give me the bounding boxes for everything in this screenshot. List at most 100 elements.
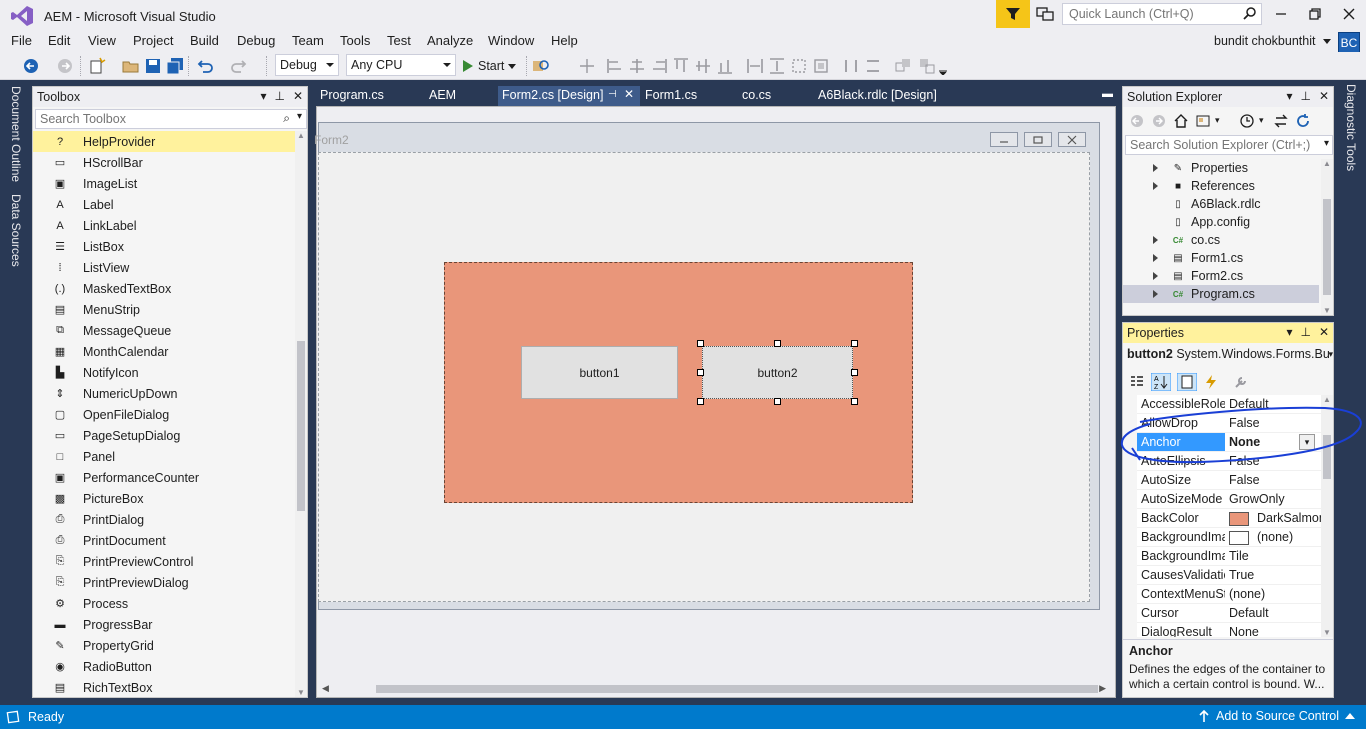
save-all-icon[interactable] <box>166 57 184 75</box>
property-pages-icon[interactable] <box>1233 374 1249 390</box>
notifications-filter-button[interactable] <box>996 0 1030 28</box>
menu-team[interactable]: Team <box>292 33 324 48</box>
expand-arrow-icon[interactable] <box>1153 254 1158 262</box>
solution-tree-item[interactable]: ▯ A6Black.rdlc <box>1123 195 1319 213</box>
tab-aem[interactable]: AEM <box>425 86 497 106</box>
solution-tree-item[interactable]: C# Program.cs <box>1123 285 1319 303</box>
home-icon[interactable] <box>1173 113 1189 129</box>
quick-launch-input[interactable] <box>1067 4 1237 24</box>
property-row[interactable]: AutoEllipsis False <box>1123 452 1321 471</box>
scroll-right-icon[interactable]: ▶ <box>1099 683 1106 694</box>
toolbox-scrollbar[interactable]: ▲ ▼ <box>295 131 307 697</box>
toolbox-item[interactable]: ⁞ ListView <box>33 257 295 278</box>
solution-tree-item[interactable]: C# co.cs <box>1123 231 1319 249</box>
selected-object-select[interactable]: button2 System.Windows.Forms.Bu ▾ <box>1127 347 1333 365</box>
menu-build[interactable]: Build <box>190 33 219 48</box>
pin-icon[interactable]: ⊥ <box>1300 89 1310 103</box>
sync-active-document-icon[interactable] <box>1273 113 1289 129</box>
toolbox-item[interactable]: A LinkLabel <box>33 215 295 236</box>
tab-form1-cs[interactable]: Form1.cs <box>641 86 737 106</box>
expand-arrow-icon[interactable] <box>1153 290 1158 298</box>
resize-handle[interactable] <box>774 398 781 405</box>
property-value[interactable]: (none) <box>1229 530 1321 545</box>
toolbox-item[interactable]: ▣ PerformanceCounter <box>33 467 295 488</box>
scroll-down-icon[interactable]: ▼ <box>1323 306 1331 315</box>
property-value[interactable]: True <box>1229 568 1321 582</box>
menu-test[interactable]: Test <box>387 33 411 48</box>
expand-arrow-icon[interactable] <box>1153 272 1158 280</box>
horizontal-spacing-icon[interactable] <box>842 57 860 75</box>
navigate-forward-icon[interactable] <box>56 57 74 75</box>
search-options-icon[interactable]: ▾ <box>1324 138 1329 149</box>
navigate-back-icon[interactable] <box>22 57 40 75</box>
toolbox-item[interactable]: ▬ ProgressBar <box>33 614 295 635</box>
chevron-down-icon[interactable] <box>1323 39 1331 44</box>
menu-help[interactable]: Help <box>551 33 578 48</box>
resize-handle[interactable] <box>697 369 704 376</box>
tab-co-cs[interactable]: co.cs <box>738 86 816 106</box>
scrollbar-thumb[interactable] <box>1323 199 1331 295</box>
pin-icon[interactable]: ⊥ <box>1300 325 1310 339</box>
user-name[interactable]: bundit chokbunthit <box>1214 34 1315 48</box>
toolbox-item[interactable]: ▭ PageSetupDialog <box>33 425 295 446</box>
toolbox-item[interactable]: ? HelpProvider <box>33 131 295 152</box>
panel-menu-icon[interactable]: ▾ <box>260 89 266 103</box>
close-icon[interactable]: ✕ <box>1319 89 1329 103</box>
add-to-source-control-button[interactable]: Add to Source Control <box>1198 709 1355 723</box>
tab-a6black-rdlc-design[interactable]: A6Black.rdlc [Design] <box>814 86 974 106</box>
expand-arrow-icon[interactable] <box>1153 236 1158 244</box>
scrollbar-thumb[interactable] <box>297 341 305 511</box>
expand-arrow-icon[interactable] <box>1153 182 1158 190</box>
menu-view[interactable]: View <box>88 33 116 48</box>
pending-changes-filter-icon[interactable] <box>1239 113 1255 129</box>
toolbox-item[interactable]: ⎘ PrintPreviewControl <box>33 551 295 572</box>
chevron-down-icon[interactable]: ▾ <box>297 111 302 122</box>
alphabetical-icon[interactable]: AZ <box>1151 373 1171 391</box>
button2-control[interactable]: button2 <box>702 346 853 399</box>
property-row[interactable]: AllowDrop False <box>1123 414 1321 433</box>
align-tops-icon[interactable] <box>672 57 690 75</box>
toolbox-item[interactable]: ▩ PictureBox <box>33 488 295 509</box>
start-debugging-button[interactable]: Start <box>462 56 517 76</box>
solution-explorer-search-box[interactable]: ▾ <box>1125 135 1333 155</box>
toolbox-item[interactable]: ▤ MenuStrip <box>33 299 295 320</box>
menu-file[interactable]: File <box>11 33 32 48</box>
scrollbar-thumb[interactable] <box>376 685 1098 693</box>
property-row[interactable]: Anchor None ▾ <box>1123 433 1321 452</box>
solution-tree-item[interactable]: ▯ App.config <box>1123 213 1319 231</box>
avatar[interactable]: BC <box>1338 32 1360 54</box>
make-same-size-icon[interactable] <box>790 57 808 75</box>
switch-views-icon[interactable] <box>1195 113 1211 129</box>
property-value[interactable]: Default <box>1229 397 1321 411</box>
scroll-down-icon[interactable]: ▼ <box>1323 628 1331 637</box>
toolbox-item[interactable]: ⚙ Process <box>33 593 295 614</box>
property-row[interactable]: AutoSize False <box>1123 471 1321 490</box>
events-icon[interactable] <box>1203 374 1219 390</box>
refresh-icon[interactable] <box>1295 113 1311 129</box>
property-row[interactable]: DialogResult None <box>1123 623 1321 637</box>
solution-tree-item[interactable]: ■ References <box>1123 177 1319 195</box>
pin-icon[interactable]: ⊥ <box>274 89 284 103</box>
menu-project[interactable]: Project <box>133 33 173 48</box>
resize-handle[interactable] <box>851 398 858 405</box>
toolbox-item[interactable]: ▭ HScrollBar <box>33 152 295 173</box>
toolbox-item[interactable]: □ Panel <box>33 446 295 467</box>
toolbox-item[interactable]: ◉ RadioButton <box>33 656 295 677</box>
minimize-button[interactable] <box>1266 4 1296 24</box>
save-icon[interactable] <box>144 57 162 75</box>
pin-icon[interactable]: ⊣ <box>608 89 617 100</box>
resize-handle[interactable] <box>851 369 858 376</box>
close-icon[interactable]: ✕ <box>1319 325 1329 339</box>
menu-window[interactable]: Window <box>488 33 534 48</box>
property-row[interactable]: CausesValidatio True <box>1123 566 1321 585</box>
restore-button[interactable] <box>1300 4 1330 24</box>
scroll-up-icon[interactable]: ▲ <box>1323 159 1331 168</box>
resize-handle[interactable] <box>697 340 704 347</box>
toolbox-item[interactable]: ⎘ PrintPreviewDialog <box>33 572 295 593</box>
resize-handle[interactable] <box>774 340 781 347</box>
align-centers-icon[interactable] <box>628 57 646 75</box>
solution-explorer-search-input[interactable] <box>1128 136 1314 154</box>
toolbox-item[interactable]: ▙ NotifyIcon <box>33 362 295 383</box>
align-bottoms-icon[interactable] <box>716 57 734 75</box>
new-project-icon[interactable] <box>88 57 106 75</box>
